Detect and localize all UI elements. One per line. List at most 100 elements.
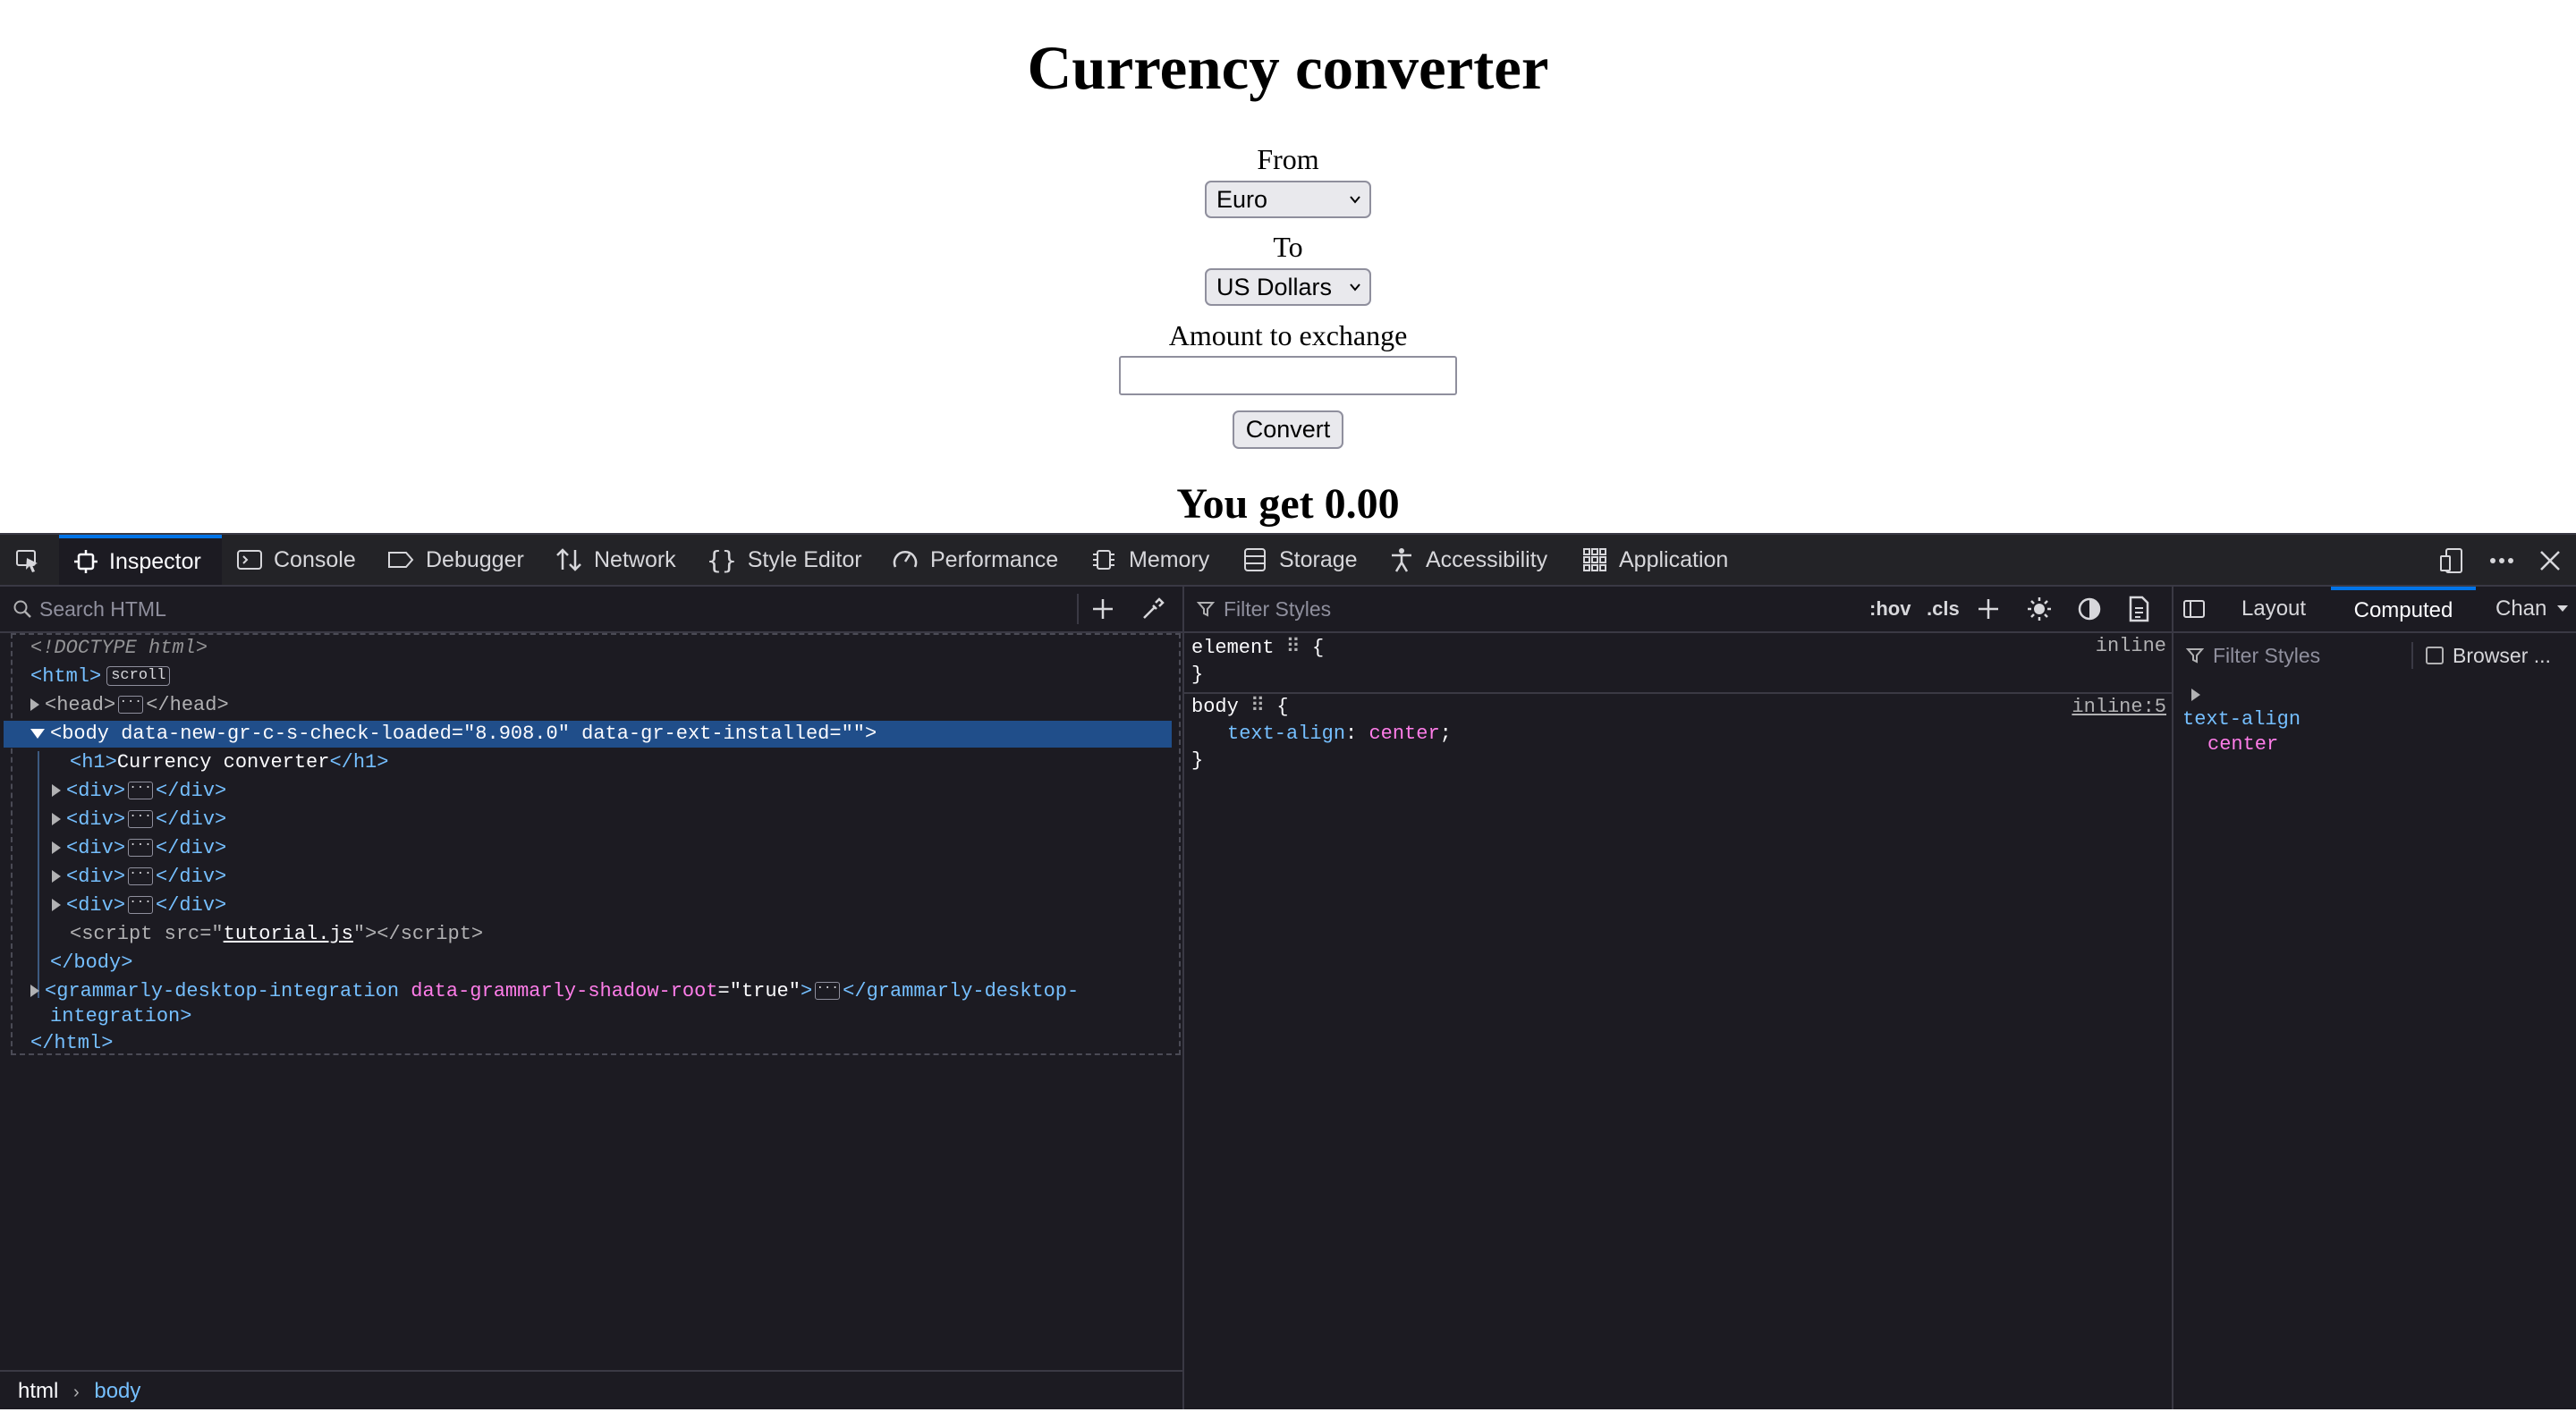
nesting-guide-line (38, 751, 39, 998)
light-theme-icon[interactable] (2027, 596, 2052, 621)
tab-changes[interactable]: Chan (2496, 587, 2547, 631)
doctype-node[interactable]: <!DOCTYPE html> (30, 635, 208, 662)
expand-arrow-icon[interactable] (30, 985, 39, 998)
tab-memory[interactable]: Memory (1089, 535, 1209, 585)
expand-arrow-icon[interactable] (52, 784, 61, 798)
devtools-panel: Inspector Console Debugger Network {} St… (0, 533, 2576, 1409)
amount-input[interactable] (1119, 356, 1457, 395)
html-close-tag: </html> (30, 1032, 114, 1054)
add-node-icon[interactable] (1091, 597, 1114, 621)
tab-network[interactable]: Network (555, 535, 676, 585)
debugger-icon (388, 552, 414, 568)
collapsed-ellipsis-icon[interactable]: ··· (128, 896, 154, 915)
script-src-link[interactable]: tutorial.js (224, 923, 353, 945)
tab-label: Style Editor (747, 546, 862, 572)
accessibility-icon (1392, 548, 1411, 572)
h1-node[interactable]: <h1>Currency converter</h1> (70, 749, 388, 776)
rule-source: inline (2095, 635, 2166, 657)
search-icon (13, 600, 31, 618)
more-options-icon[interactable] (2488, 547, 2515, 574)
search-html-input[interactable]: Search HTML (39, 594, 1068, 624)
tab-storage[interactable]: Storage (1241, 535, 1358, 585)
apps-grid-icon (1583, 548, 1606, 571)
computed-property[interactable]: text-align center (2174, 680, 2576, 787)
print-media-icon[interactable] (2127, 596, 2150, 622)
tabs-overflow-icon[interactable] (2556, 605, 2569, 613)
search-html-bar: Search HTML (0, 587, 1182, 633)
grid-dots-icon: ⠿ (1250, 696, 1266, 718)
div-node[interactable]: <div> ··· </div> (52, 835, 226, 862)
expand-arrow-icon[interactable] (52, 870, 61, 884)
filter-styles-input[interactable]: Filter Styles (1224, 594, 1331, 624)
expand-arrow-icon[interactable] (30, 698, 39, 712)
declaration[interactable]: text-align: center; (1227, 721, 1452, 748)
close-icon[interactable] (2537, 547, 2563, 574)
memory-chip-icon (1093, 550, 1114, 570)
network-icon (556, 548, 581, 571)
body-node-selected[interactable]: <body data-new-gr-c-s-check-loaded="8.90… (4, 721, 1172, 748)
eyedropper-icon[interactable] (1141, 597, 1165, 621)
tab-accessibility[interactable]: Accessibility (1388, 535, 1547, 585)
page-title: Currency converter (1027, 34, 1549, 102)
cls-toggle[interactable]: .cls (1927, 594, 1960, 624)
expand-arrow-icon[interactable] (52, 841, 61, 855)
tab-console[interactable]: Console (236, 535, 356, 585)
tab-application[interactable]: Application (1581, 535, 1728, 585)
div-node[interactable]: <div> ··· </div> (52, 807, 226, 833)
to-currency-select[interactable]: US Dollars (1205, 268, 1371, 306)
computed-prop-value: center (2207, 733, 2279, 756)
head-node[interactable]: <head> ··· </head> (30, 692, 229, 719)
div-node[interactable]: <div> ··· </div> (52, 892, 226, 919)
grammarly-node-wrap: integration> (50, 1005, 192, 1027)
tab-label: Storage (1279, 546, 1358, 572)
rule-source-link[interactable]: inline:5 (2072, 694, 2166, 721)
collapsed-ellipsis-icon[interactable]: ··· (128, 839, 154, 858)
computed-filter-input[interactable]: Filter Styles (2213, 640, 2320, 671)
tab-inspector[interactable]: Inspector (59, 535, 222, 585)
chevron-down-icon (1350, 196, 1360, 204)
collapsed-ellipsis-icon[interactable]: ··· (128, 810, 154, 829)
braces-icon: {} (707, 545, 737, 575)
inspector-icon (74, 550, 97, 573)
div-node[interactable]: <div> ··· </div> (52, 864, 226, 891)
html-node[interactable]: <html> scroll (30, 664, 171, 690)
browser-styles-checkbox[interactable] (2426, 647, 2444, 664)
expand-arrow-icon[interactable] (52, 813, 61, 826)
scroll-badge[interactable]: scroll (106, 666, 171, 687)
collapsed-ellipsis-icon[interactable]: ··· (815, 982, 841, 1001)
tab-debugger[interactable]: Debugger (386, 535, 524, 585)
tab-performance[interactable]: Performance (891, 535, 1058, 585)
collapse-arrow-icon[interactable] (30, 728, 45, 739)
rules-filter-bar: Filter Styles :hov .cls (1184, 587, 2172, 633)
dark-theme-icon[interactable] (2077, 596, 2102, 621)
expand-arrow-icon[interactable] (2191, 689, 2200, 701)
add-rule-icon[interactable] (1977, 597, 2000, 621)
tab-layout[interactable]: Layout (2241, 587, 2306, 631)
responsive-design-icon[interactable] (2438, 547, 2465, 574)
devtools-toolbar: Inspector Console Debugger Network {} St… (0, 535, 2576, 587)
element-picker-icon[interactable] (14, 547, 41, 574)
breadcrumb-item-html[interactable]: html (18, 1379, 58, 1403)
toggle-sidebar-icon[interactable] (2182, 599, 2206, 619)
hov-toggle[interactable]: :hov (1869, 594, 1911, 624)
to-currency-value: US Dollars (1216, 274, 1333, 300)
collapsed-ellipsis-icon[interactable]: ··· (118, 696, 144, 714)
computed-filter-bar: Filter Styles Browser ... (2174, 633, 2576, 678)
grammarly-node[interactable]: <grammarly-desktop-integration data-gram… (30, 978, 1079, 1005)
tab-style-editor[interactable]: {} Style Editor (707, 535, 862, 585)
expand-arrow-icon[interactable] (52, 899, 61, 912)
breadcrumb-item-body[interactable]: body (94, 1379, 140, 1403)
from-currency-select[interactable]: Euro (1205, 181, 1371, 218)
convert-button[interactable]: Convert (1233, 410, 1343, 449)
rule-element: element ⠿ { inline } (1184, 633, 2172, 694)
console-icon (237, 550, 262, 570)
html-tree: <!DOCTYPE html> <html> scroll <head> ··· </… (4, 633, 1181, 1055)
tab-label: Accessibility (1426, 546, 1548, 572)
script-node[interactable]: <script src="tutorial.js"></script> (70, 921, 483, 948)
collapsed-ellipsis-icon[interactable]: ··· (128, 782, 154, 800)
div-node[interactable]: <div> ··· </div> (52, 778, 226, 805)
filter-icon (2186, 648, 2204, 664)
sidebar-tabs: Layout Computed Chan (2174, 587, 2576, 633)
collapsed-ellipsis-icon[interactable]: ··· (128, 867, 154, 886)
tab-computed[interactable]: Computed (2331, 587, 2476, 631)
